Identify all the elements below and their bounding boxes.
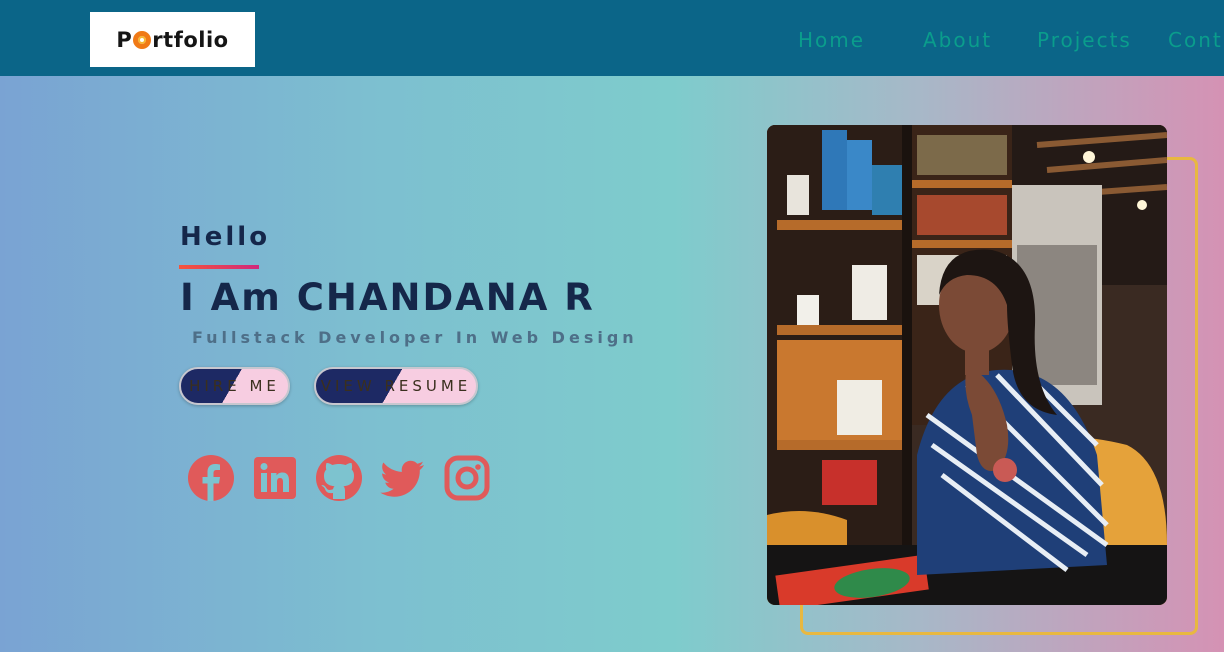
linkedin-icon[interactable] — [251, 454, 299, 502]
nav-projects[interactable]: Projects — [1037, 28, 1132, 52]
logo-text: Prtfolio — [116, 27, 229, 52]
greeting-underline — [179, 265, 259, 269]
profile-photo — [767, 125, 1167, 605]
navbar: Prtfolio Home About Projects Cont — [0, 0, 1224, 76]
view-resume-button[interactable]: VIEW RESUME — [314, 367, 478, 405]
github-icon[interactable] — [315, 454, 363, 502]
nav-about[interactable]: About — [923, 28, 992, 52]
hire-me-button[interactable]: HIRE ME — [179, 367, 290, 405]
nav-home[interactable]: Home — [798, 28, 865, 52]
logo-o-icon — [133, 30, 152, 49]
hero-subtitle: Fullstack Developer In Web Design — [192, 328, 638, 347]
logo[interactable]: Prtfolio — [90, 12, 255, 67]
greeting: Hello — [180, 222, 271, 252]
facebook-icon[interactable] — [187, 454, 235, 502]
hero-name: I Am CHANDANA R — [180, 276, 595, 319]
twitter-icon[interactable] — [379, 454, 427, 502]
instagram-icon[interactable] — [443, 454, 491, 502]
nav-contact[interactable]: Cont — [1168, 28, 1223, 52]
